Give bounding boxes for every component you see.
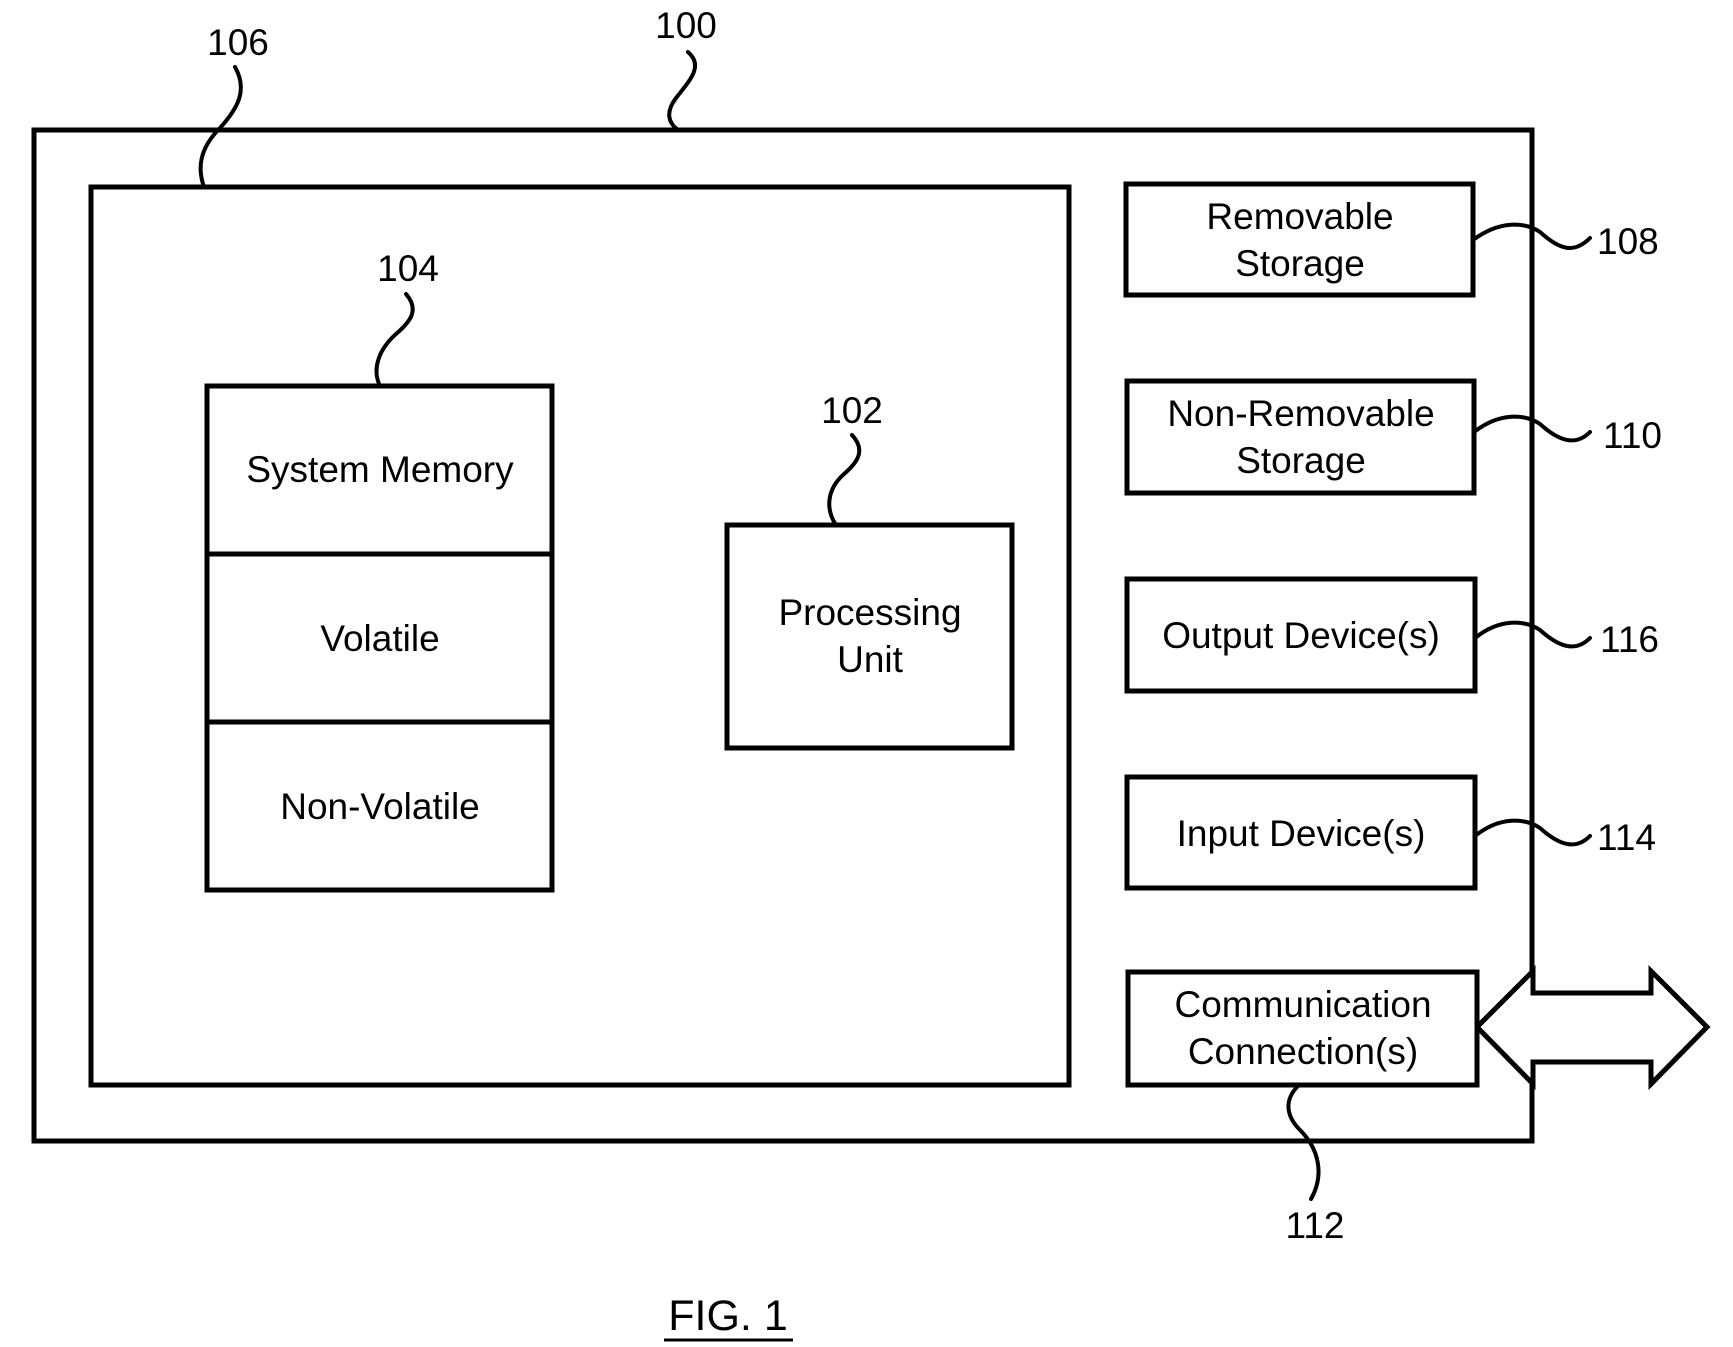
processing-unit-label-line-1: Processing bbox=[778, 592, 961, 633]
processing-unit-box bbox=[724, 522, 1015, 751]
non-volatile-label: Non-Volatile bbox=[280, 786, 480, 827]
ref-112: 112 bbox=[1286, 1205, 1345, 1246]
ref-106: 106 bbox=[207, 22, 269, 63]
removable-storage-label-line-1: Removable bbox=[1206, 196, 1393, 237]
communication-connections-label-line-1: Communication bbox=[1174, 984, 1431, 1025]
block-diagram: System Memory Volatile Non-Volatile Proc… bbox=[31, 5, 1711, 1342]
output-devices: Output Device(s) bbox=[1124, 576, 1478, 694]
removable-storage-label-line-2: Storage bbox=[1235, 243, 1365, 284]
ref-110: 110 bbox=[1603, 415, 1662, 456]
removable-storage: Removable Storage bbox=[1123, 181, 1476, 298]
volatile-label: Volatile bbox=[320, 618, 439, 659]
leader-100 bbox=[667, 50, 697, 132]
communication-connections-label-line-2: Connection(s) bbox=[1188, 1031, 1418, 1072]
input-devices: Input Device(s) bbox=[1124, 774, 1478, 891]
ref-116: 116 bbox=[1600, 619, 1659, 660]
system-memory-stack: System Memory Volatile Non-Volatile bbox=[204, 383, 555, 893]
system-memory-label: System Memory bbox=[246, 449, 514, 490]
non-removable-storage-label-line-1: Non-Removable bbox=[1167, 393, 1434, 434]
ref-114: 114 bbox=[1597, 817, 1656, 858]
ref-108: 108 bbox=[1597, 221, 1659, 262]
communication-connections: Communication Connection(s) bbox=[1125, 969, 1480, 1088]
output-devices-label: Output Device(s) bbox=[1162, 615, 1440, 656]
non-removable-storage-label-line-2: Storage bbox=[1236, 440, 1366, 481]
non-removable-storage: Non-Removable Storage bbox=[1124, 378, 1477, 496]
ref-102: 102 bbox=[821, 390, 883, 431]
figure-caption: FIG. 1 bbox=[668, 1292, 787, 1340]
input-devices-label: Input Device(s) bbox=[1177, 813, 1426, 854]
processing-unit-label-line-2: Unit bbox=[837, 639, 904, 680]
processing-unit: Processing Unit bbox=[724, 522, 1015, 751]
ref-100: 100 bbox=[655, 5, 717, 46]
ref-104: 104 bbox=[377, 248, 439, 289]
